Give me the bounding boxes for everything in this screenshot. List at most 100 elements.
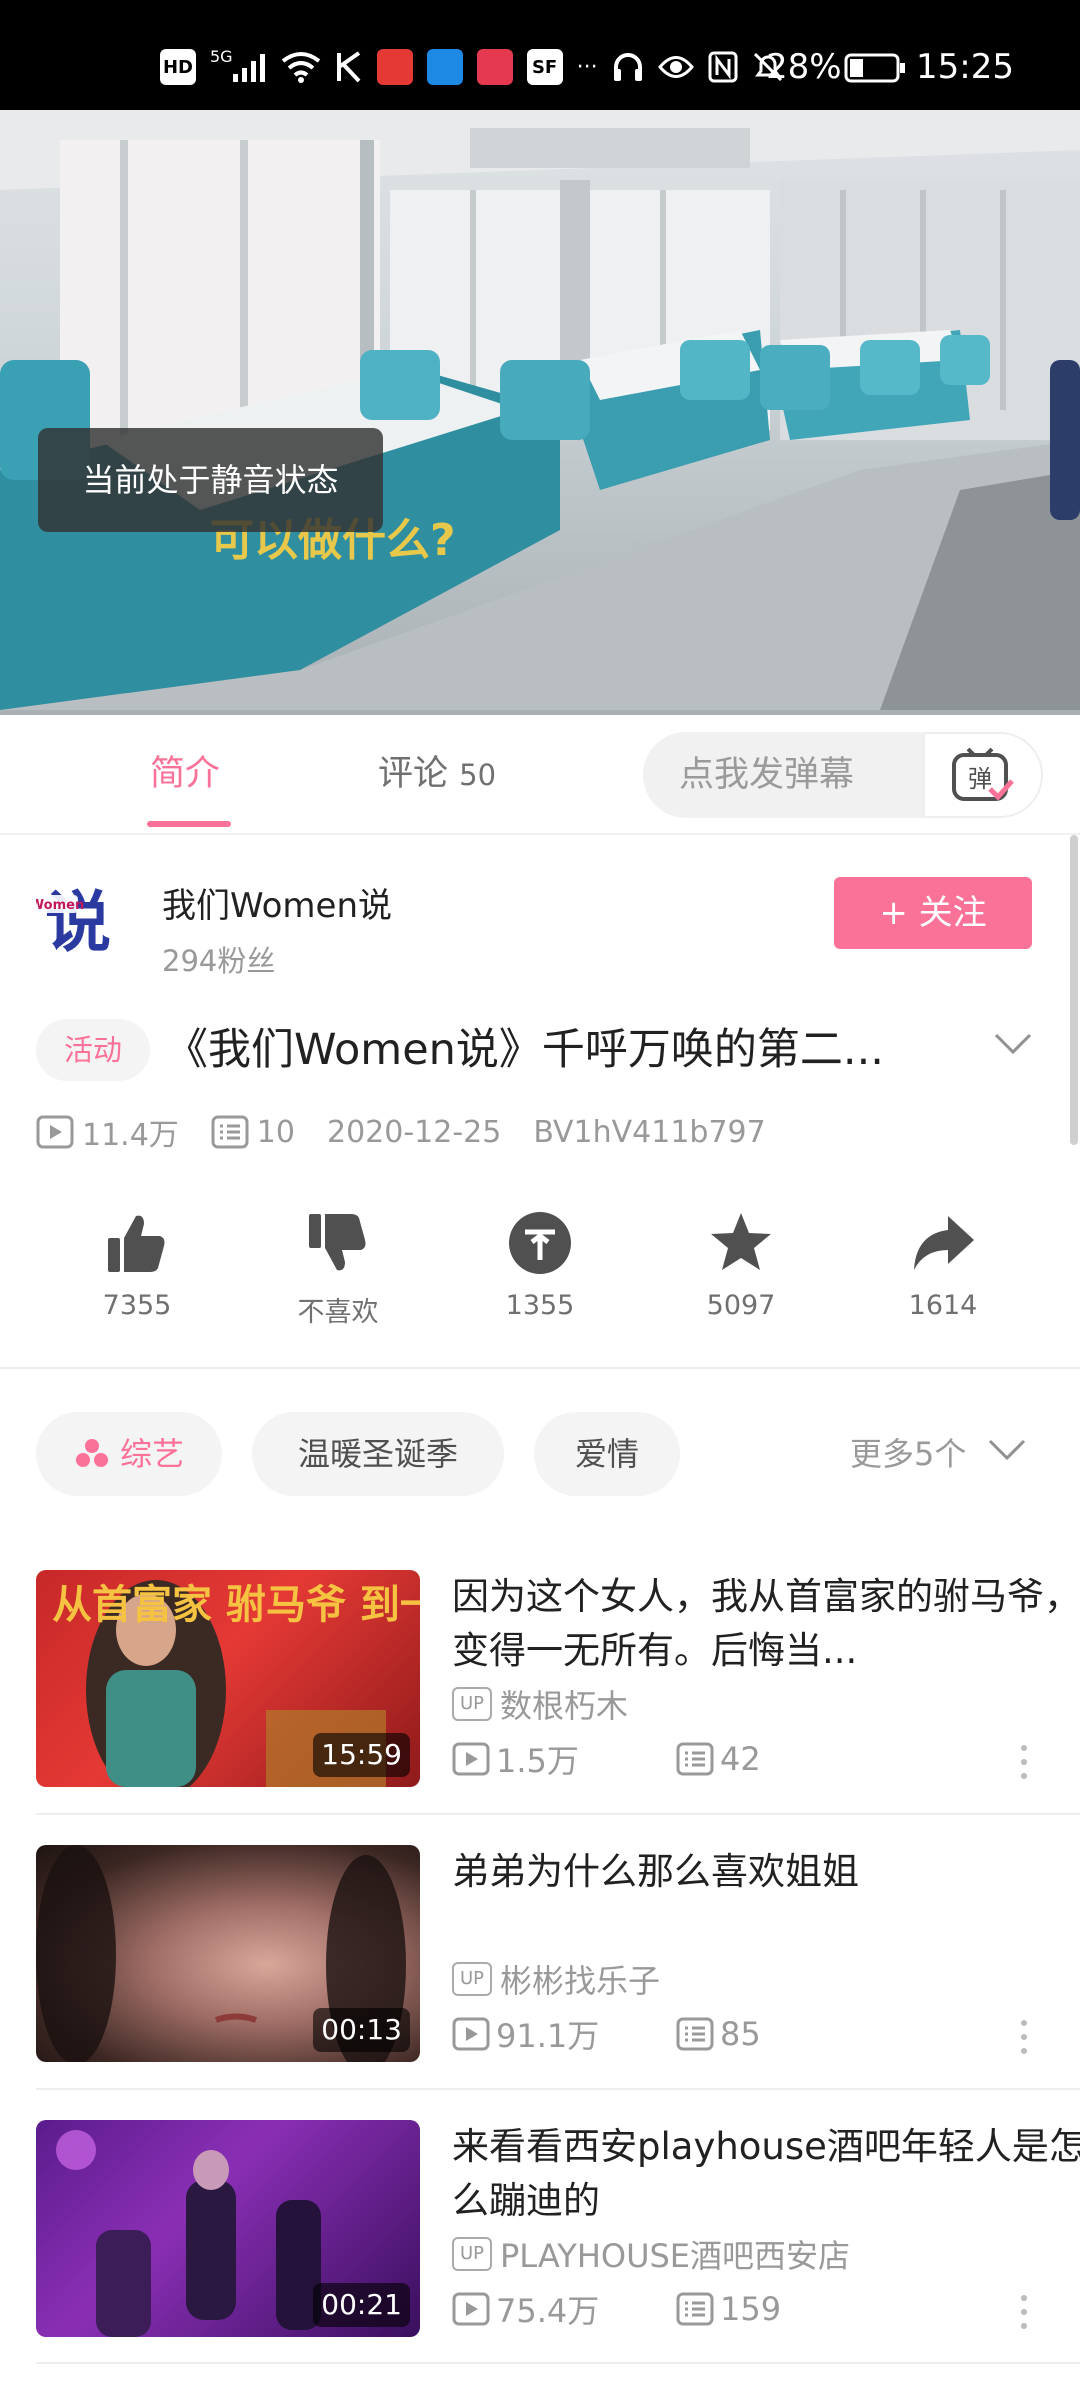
tab-bar: 简介 评论 50 点我发弹幕 弹 [0, 715, 1080, 835]
row-divider [36, 2362, 1080, 2364]
category-icon [75, 1439, 108, 1467]
comment-count-icon [676, 2292, 714, 2326]
wifi-icon [281, 47, 321, 87]
uploader: UP 彬彬找乐子 [452, 1958, 660, 2000]
clock: 15:25 [916, 47, 1014, 87]
danmaku-count-icon [211, 1115, 249, 1149]
sf-icon: SF [526, 49, 563, 85]
headphone-icon [612, 47, 644, 87]
tab-intro[interactable]: 简介 [150, 715, 220, 833]
section-divider [0, 1367, 1080, 1369]
video-thumbnail: 00:21 [36, 2120, 420, 2337]
activity-tag[interactable]: 活动 [36, 1019, 150, 1081]
chevron-down-icon [988, 1439, 1025, 1461]
video-stats: 1.5万 42 [452, 1737, 761, 1781]
comment-count-icon [676, 2017, 714, 2051]
favorite-count: 5097 [706, 1290, 776, 1321]
uploader-fans: 294粉丝 [162, 944, 276, 978]
share-button[interactable]: 1614 [873, 1210, 1013, 1321]
dislike-button[interactable]: 不喜欢 [268, 1210, 408, 1329]
follow-button[interactable]: + 关注 [834, 877, 1032, 949]
uploader: UP 数根朽木 [452, 1683, 628, 1725]
tag-variety-content: 综艺 [74, 1435, 184, 1473]
more-tags-button[interactable]: 更多5个 [850, 1412, 1027, 1496]
coin-count: 1355 [505, 1290, 575, 1321]
play-count-icon [452, 2292, 490, 2326]
favorite-button[interactable]: 5097 [671, 1210, 811, 1321]
uploader-avatar[interactable]: 说 Women [36, 875, 120, 959]
danmaku-icon: 弹 [952, 747, 1014, 801]
danmaku-count: 10 [211, 1115, 295, 1150]
app-icon-3 [476, 49, 513, 85]
status-bar: HD 5G SF ··· 28% 15:25 [0, 0, 1080, 110]
action-bar: 7355 不喜欢 1355 5097 1614 [0, 1210, 1080, 1340]
video-bvid: BV1hV411b797 [533, 1114, 766, 1150]
publish-date: 2020-12-25 [326, 1114, 502, 1150]
tag-romance[interactable]: 爱情 [534, 1412, 680, 1496]
tag-christmas[interactable]: 温暖圣诞季 [252, 1412, 504, 1496]
up-badge-icon: UP [452, 1962, 492, 1996]
video-thumbnail: 00:13 [36, 1845, 420, 2062]
star-icon [711, 1213, 771, 1270]
video-stats: 91.1万 85 [452, 2012, 761, 2056]
uploader-name[interactable]: 我们Women说 [162, 878, 392, 927]
like-button[interactable]: 7355 [67, 1210, 207, 1321]
video-duration: 00:13 [313, 2008, 410, 2052]
coin-icon [509, 1212, 571, 1274]
battery-icon [844, 53, 906, 87]
uploader: UP PLAYHOUSE酒吧西安店 [452, 2233, 850, 2275]
video-duration: 15:59 [313, 1733, 410, 1777]
video-frame: 可以做什么? [0, 110, 1080, 710]
thumbs-down-icon [309, 1214, 366, 1271]
list-item[interactable]: 00:21 来看看西安playhouse酒吧年轻人是怎么蹦迪的 UP PLAYHO… [36, 2120, 1080, 2338]
like-count: 7355 [102, 1290, 172, 1321]
tab-comments-count: 50 [459, 758, 497, 792]
up-badge-icon: UP [452, 2237, 492, 2271]
thumbs-up-icon [108, 1215, 165, 1272]
up-badge-icon: UP [452, 1687, 492, 1721]
k-icon [335, 47, 363, 87]
video-duration: 00:21 [313, 2283, 410, 2327]
scrollbar[interactable] [1070, 835, 1078, 1145]
video-stats: 75.4万 159 [452, 2287, 781, 2331]
danmaku-input[interactable]: 点我发弹幕 [679, 732, 854, 818]
more-icon: ··· [576, 54, 598, 80]
comment-count-icon [676, 1742, 714, 1776]
play-count-icon [452, 2017, 490, 2051]
nfc-icon [708, 47, 738, 87]
video-title: 《我们Women说》千呼万唤的第二... [165, 1025, 884, 1075]
more-options-icon[interactable] [1014, 1742, 1034, 1782]
danmaku-input-box[interactable]: 点我发弹幕 弹 [643, 732, 1043, 818]
list-item[interactable]: 00:13 弟弟为什么那么喜欢姐姐 UP 彬彬找乐子 91.1万 85 [36, 1845, 1044, 2063]
status-icons: HD 5G SF ··· [160, 44, 784, 90]
row-divider [36, 2088, 1080, 2090]
coin-button[interactable]: 1355 [470, 1210, 610, 1321]
tab-comments-label: 评论 [378, 754, 449, 794]
hd-icon: HD [160, 49, 196, 85]
more-options-icon[interactable] [1014, 2292, 1034, 2332]
tag-variety[interactable]: 综艺 [36, 1412, 222, 1496]
more-options-icon[interactable] [1014, 2017, 1034, 2057]
view-count: 11.4万 [36, 1110, 179, 1154]
tab-comments[interactable]: 评论 50 [378, 715, 496, 833]
chevron-down-icon[interactable] [993, 1031, 1033, 1061]
video-title: 因为这个女人，我从首富家的驸马爷，变得一无所有。后悔当... [452, 1575, 1080, 1672]
thumb-caption: 从首富家 驸马爷 到一无所有 [52, 1582, 420, 1628]
video-title: 来看看西安playhouse酒吧年轻人是怎么蹦迪的 [452, 2125, 1080, 2222]
avatar-logo-brand: Women [36, 898, 84, 913]
5g-signal-icon: 5G [210, 47, 267, 87]
tab-indicator [147, 821, 231, 827]
video-meta: 11.4万 10 2020-12-25 BV1hV411b797 [36, 1110, 766, 1154]
app-icon-2 [426, 49, 463, 85]
share-icon [914, 1216, 974, 1270]
video-thumbnail: 从首富家 驸马爷 到一无所有 15:59 [36, 1570, 420, 1787]
list-item[interactable]: 从首富家 驸马爷 到一无所有 15:59 因为这个女人，我从首富家的驸马爷，变得… [36, 1570, 1080, 1788]
danmaku-settings-button[interactable]: 弹 [923, 732, 1043, 818]
row-divider [36, 1813, 1080, 1815]
battery-percent: 28% [766, 47, 842, 87]
dislike-label: 不喜欢 [297, 1297, 379, 1328]
video-player[interactable]: 可以做什么? 当前处于静音状态 [0, 110, 1080, 715]
share-count: 1614 [908, 1290, 978, 1321]
video-title: 弟弟为什么那么喜欢姐姐 [452, 1850, 859, 1893]
app-icon-1 [376, 49, 413, 85]
